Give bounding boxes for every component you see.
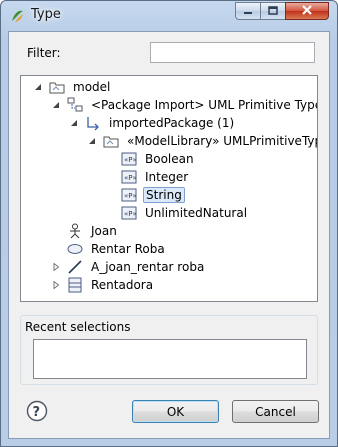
actor-icon	[67, 223, 83, 239]
minimize-icon	[243, 4, 253, 18]
tree-item-boolean[interactable]: «P» Boolean	[121, 150, 196, 168]
collapsed-arrow-icon[interactable]	[51, 280, 61, 290]
close-button[interactable]	[285, 2, 329, 20]
recent-selections-label: Recent selections	[23, 320, 133, 334]
tree-item-label: Joan	[91, 224, 117, 238]
filter-label: Filter:	[27, 46, 61, 60]
collapsed-arrow-icon[interactable]	[51, 262, 61, 272]
maximize-icon	[268, 4, 278, 18]
tree-item-rentadora[interactable]: Rentadora	[51, 276, 155, 294]
tree-item-label: importedPackage (1)	[109, 116, 235, 130]
tree-item-label: A_joan_rentar roba	[91, 260, 205, 274]
maximize-button[interactable]	[260, 2, 286, 20]
minimize-button[interactable]	[235, 2, 261, 20]
tree-item-imported-package[interactable]: importedPackage (1)	[69, 114, 236, 132]
type-tree[interactable]: model <Package Import> UML Primitive Typ…	[20, 75, 318, 302]
tree-item-label: Boolean	[145, 152, 194, 166]
tree-item-label: Rentar Roba	[91, 242, 165, 256]
class-icon	[67, 277, 83, 293]
svg-text:«P»: «P»	[124, 174, 137, 182]
expanded-arrow-icon[interactable]	[87, 136, 97, 146]
primitive-type-icon: «P»	[121, 151, 137, 167]
svg-text:«P»: «P»	[124, 210, 137, 218]
filter-input[interactable]	[150, 42, 315, 63]
svg-text:«P»: «P»	[124, 156, 137, 164]
eclipse-app-icon	[9, 8, 25, 24]
primitive-type-icon: «P»	[121, 205, 137, 221]
tree-item-unlimited-natural[interactable]: «P» UnlimitedNatural	[121, 204, 249, 222]
expanded-arrow-icon[interactable]	[33, 82, 43, 92]
window-title: Type	[31, 7, 61, 22]
tree-item-label: UnlimitedNatural	[145, 206, 248, 220]
dialog-body: Filter: model <Package Import> UML Primi…	[8, 31, 330, 439]
package-icon	[49, 79, 65, 95]
recent-selections-list[interactable]	[33, 339, 307, 379]
tree-item-model[interactable]: model	[33, 78, 112, 96]
help-icon[interactable]: ?	[26, 400, 48, 422]
tree-item-string[interactable]: «P» String	[121, 186, 185, 204]
tree-item-rentar-roba[interactable]: Rentar Roba	[67, 240, 167, 258]
tree-item-model-library[interactable]: «ModelLibrary» UMLPrimitiveTypes	[87, 132, 318, 150]
close-icon	[301, 4, 313, 18]
tree-item-integer[interactable]: «P» Integer	[121, 168, 190, 186]
title-bar[interactable]: Type	[1, 1, 337, 31]
ok-button[interactable]: OK	[132, 400, 219, 423]
tree-item-label: Integer	[145, 170, 189, 184]
primitive-type-icon: «P»	[121, 169, 137, 185]
reference-arrow-icon	[85, 115, 101, 131]
primitive-type-icon: «P»	[121, 187, 137, 203]
expanded-arrow-icon[interactable]	[51, 100, 61, 110]
tree-item-label: <Package Import> UML Primitive Types	[91, 98, 318, 112]
tree-item-joan[interactable]: Joan	[67, 222, 119, 240]
package-import-icon	[67, 97, 83, 113]
tree-item-label: «ModelLibrary» UMLPrimitiveTypes	[127, 134, 318, 148]
use-case-icon	[67, 241, 83, 257]
svg-text:«P»: «P»	[124, 192, 137, 200]
association-icon	[67, 259, 83, 275]
tree-item-label: String	[143, 187, 185, 203]
tree-item-package-import[interactable]: <Package Import> UML Primitive Types	[51, 96, 318, 114]
tree-item-association[interactable]: A_joan_rentar roba	[51, 258, 206, 276]
svg-text:?: ?	[33, 405, 41, 420]
expanded-arrow-icon[interactable]	[69, 118, 79, 128]
tree-item-label: model	[73, 80, 111, 94]
dialog-window: Type Filter: model <Package Import> UML …	[0, 0, 338, 447]
cancel-button[interactable]: Cancel	[232, 400, 319, 423]
tree-item-label: Rentadora	[91, 278, 154, 292]
package-icon	[103, 133, 119, 149]
